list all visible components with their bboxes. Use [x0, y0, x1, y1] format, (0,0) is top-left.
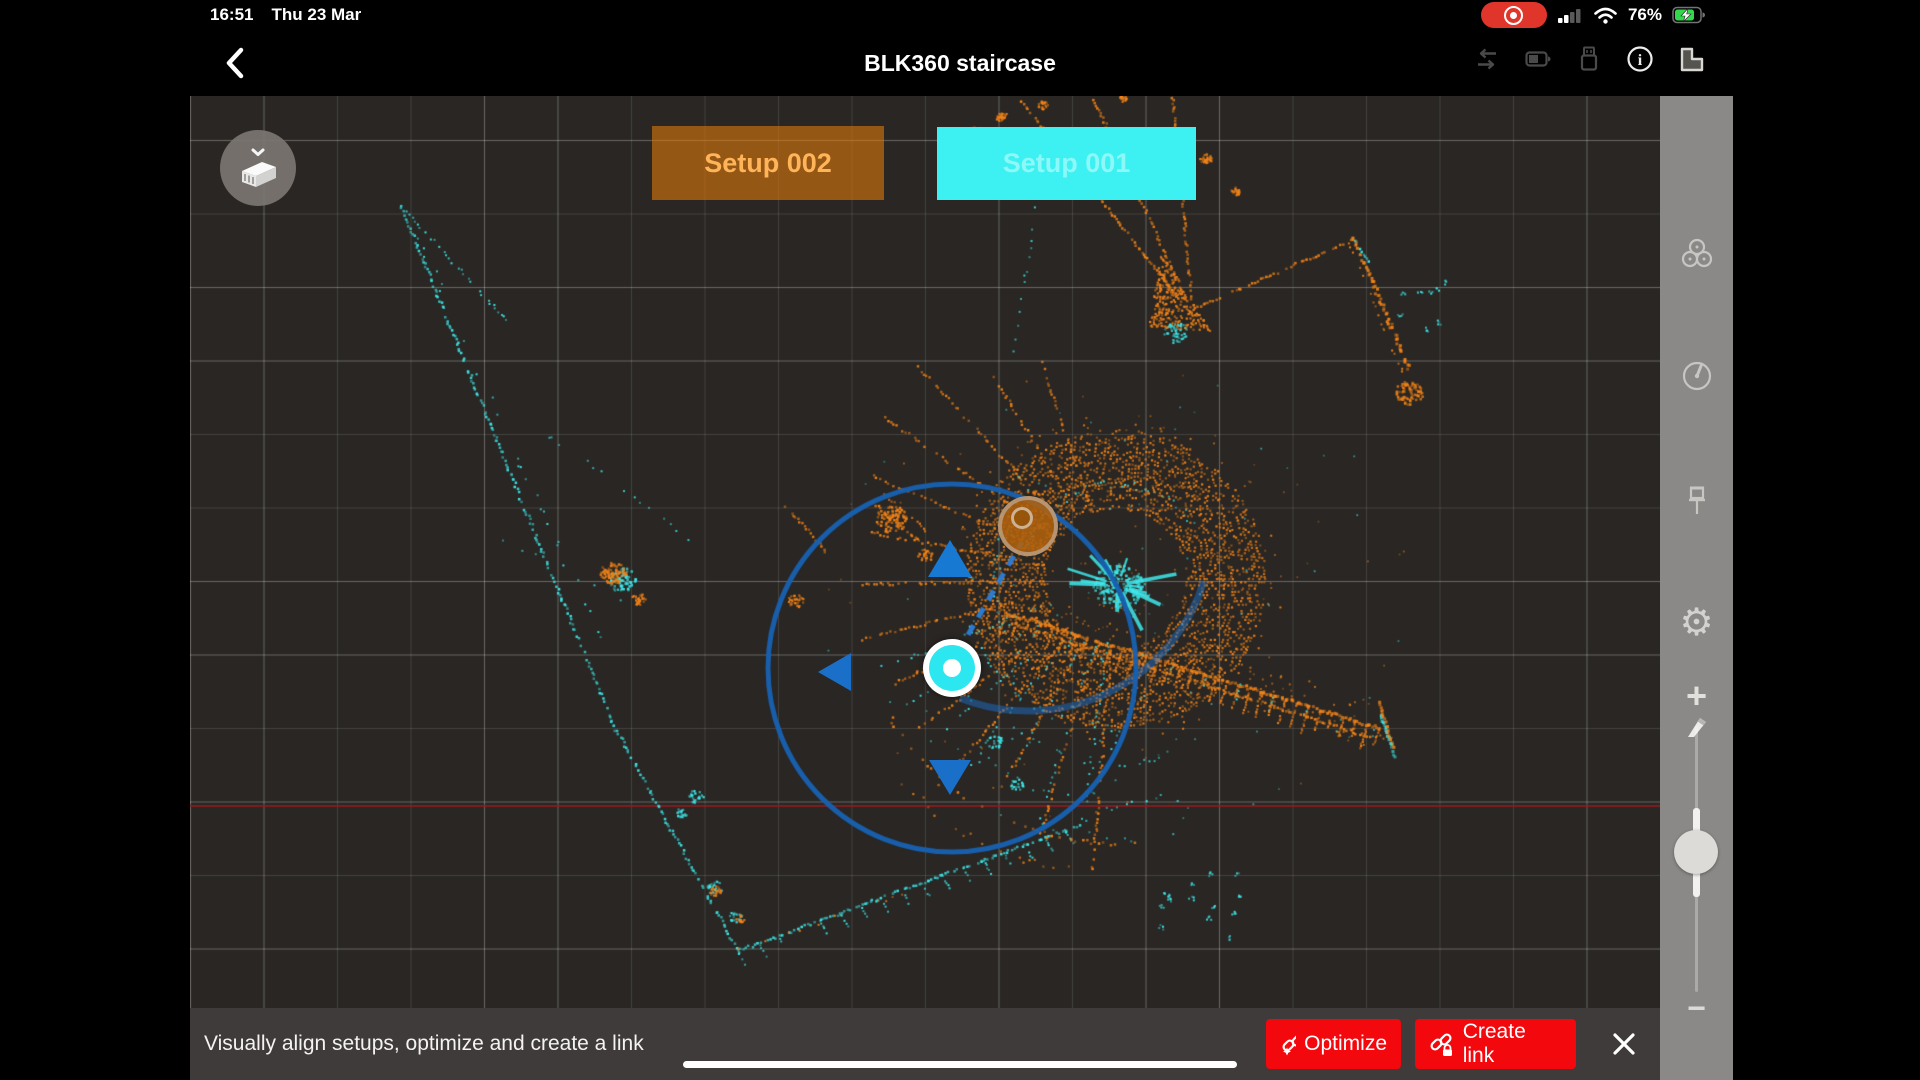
create-link-label: Create link — [1463, 1020, 1562, 1068]
setup-002-label[interactable]: Setup 002 — [652, 126, 884, 200]
clock-date: Thu 23 Mar — [271, 5, 361, 25]
setup-001-text: Setup 001 — [1003, 148, 1131, 179]
usb-storage-button[interactable] — [1574, 44, 1604, 74]
minus-icon: − — [1687, 992, 1706, 1024]
target-marker-inner — [1011, 507, 1033, 529]
cellular-signal-icon — [1557, 6, 1583, 24]
nav-bar: BLK360 staircase — [0, 30, 1920, 96]
gear-icon: ⚙ — [1679, 604, 1713, 642]
settings-button[interactable]: ⚙ — [1660, 604, 1733, 642]
rotate-left-handle[interactable] — [818, 653, 851, 691]
sync-icon — [1472, 44, 1502, 74]
registration-bundle-icon — [1677, 236, 1717, 272]
optimize-link-icon — [1280, 1031, 1296, 1057]
zoom-out-button[interactable]: − — [1660, 992, 1733, 1024]
battery-icon — [1672, 6, 1708, 24]
tool-sidebar: ⚙ + − — [1660, 96, 1733, 1080]
zoom-slider-knob[interactable] — [1674, 830, 1718, 874]
create-link-button[interactable]: Create link — [1415, 1019, 1576, 1069]
clock-time: 16:51 — [210, 5, 253, 25]
scan-clock-icon — [1679, 358, 1715, 394]
floorplan-view-button[interactable] — [1676, 44, 1706, 74]
setup-001-label[interactable]: Setup 001 — [937, 127, 1196, 200]
pin-button[interactable] — [1660, 482, 1733, 522]
battery-percent: 76% — [1628, 5, 1662, 25]
create-link-icon — [1429, 1031, 1455, 1057]
wifi-icon — [1593, 6, 1618, 24]
hint-message: Visually align setups, optimize and crea… — [204, 1008, 644, 1080]
device-battery-button[interactable] — [1523, 44, 1553, 74]
status-bar: 16:51 Thu 23 Mar 76% — [0, 0, 1920, 30]
target-marker[interactable] — [998, 496, 1058, 556]
optimize-label: Optimize — [1304, 1032, 1387, 1056]
device-battery-icon — [1523, 44, 1553, 74]
map-viewport[interactable]: Setup 002 Setup 001 — [190, 96, 1660, 1008]
info-icon: i — [1625, 44, 1655, 74]
usb-storage-icon — [1574, 44, 1604, 74]
svg-text:i: i — [1638, 52, 1643, 69]
registration-bundle-button[interactable] — [1660, 236, 1733, 272]
sync-button[interactable] — [1472, 44, 1502, 74]
pointcloud-canvas[interactable] — [190, 96, 1660, 1008]
screen: 16:51 Thu 23 Mar 76% — [0, 0, 1920, 1080]
optimize-button[interactable]: Optimize — [1266, 1019, 1401, 1069]
view-mode-button[interactable] — [220, 130, 296, 206]
info-button[interactable]: i — [1625, 44, 1655, 74]
rotate-down-handle[interactable] — [929, 760, 971, 795]
bottom-action-bar: Visually align setups, optimize and crea… — [190, 1008, 1660, 1080]
setup-002-text: Setup 002 — [704, 148, 832, 179]
close-icon — [1610, 1030, 1638, 1058]
pin-icon — [1679, 482, 1715, 522]
record-icon — [1504, 6, 1523, 25]
close-button[interactable] — [1609, 1029, 1639, 1059]
screen-recording-indicator[interactable] — [1481, 2, 1547, 28]
zoom-in-button[interactable]: + — [1660, 678, 1733, 714]
home-indicator[interactable] — [683, 1061, 1237, 1068]
rotate-up-handle[interactable] — [928, 540, 972, 577]
move-handle[interactable] — [923, 639, 981, 697]
3d-box-icon — [228, 138, 288, 198]
plus-icon: + — [1686, 678, 1707, 714]
scan-clock-button[interactable] — [1660, 358, 1733, 394]
floorplan-icon — [1676, 43, 1706, 75]
